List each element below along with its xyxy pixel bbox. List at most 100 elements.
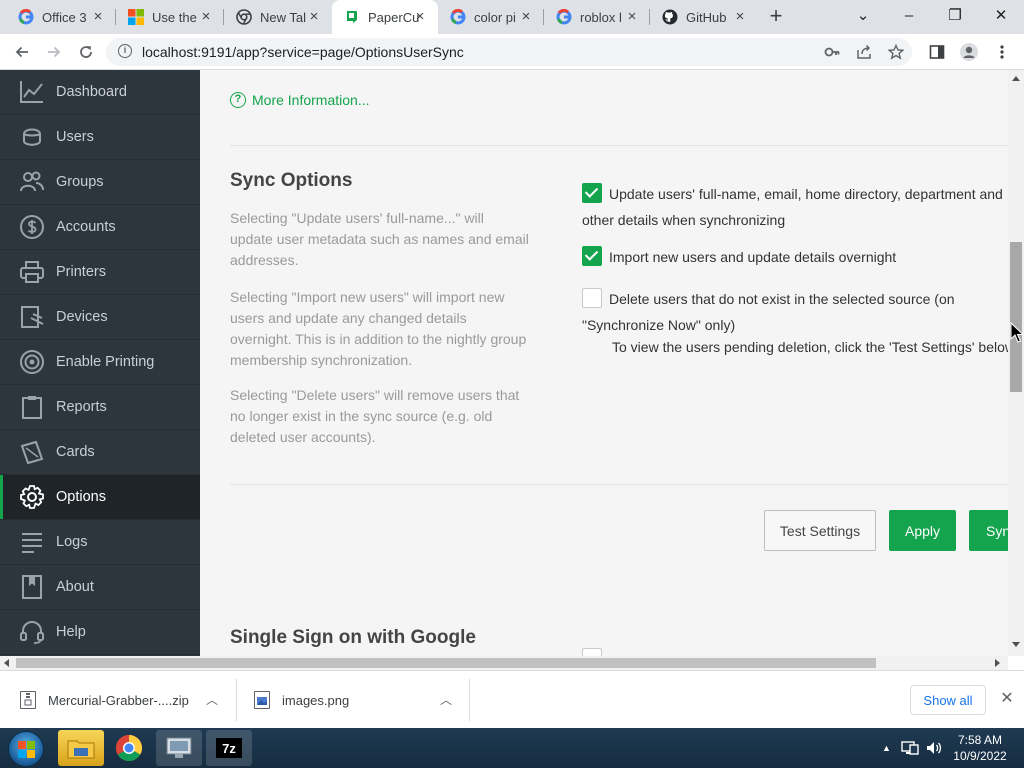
- update-users-option[interactable]: Update users' full-name, email, home dir…: [582, 181, 1008, 233]
- horizontal-scrollbar[interactable]: [0, 656, 1008, 670]
- browser-tab[interactable]: color pi ×: [438, 0, 544, 34]
- bookmark-star-icon[interactable]: [886, 42, 906, 62]
- close-window-button[interactable]: ✕: [978, 0, 1024, 30]
- close-tab-icon[interactable]: ×: [732, 9, 748, 25]
- browser-tab[interactable]: New Tal ×: [224, 0, 332, 34]
- scroll-down-arrow-icon[interactable]: [1012, 642, 1020, 647]
- key-icon[interactable]: [822, 42, 842, 62]
- scroll-left-arrow-icon[interactable]: [4, 659, 9, 667]
- test-settings-button[interactable]: Test Settings: [764, 510, 876, 551]
- browser-tab[interactable]: Office 3 ×: [6, 0, 116, 34]
- list-icon: [18, 528, 46, 556]
- sidebar: Dashboard Users Groups Accounts Printers…: [0, 70, 200, 656]
- forward-arrow-icon[interactable]: [42, 40, 66, 64]
- profile-avatar-icon[interactable]: [959, 42, 979, 62]
- browser-tab-strip: Office 3 × Use the × New Tal × PaperCu ×…: [0, 0, 1024, 34]
- start-button[interactable]: [8, 731, 44, 767]
- import-users-checkbox[interactable]: [582, 246, 602, 266]
- update-users-label: Update users' full-name, email, home dir…: [582, 186, 1003, 228]
- control-panel-icon[interactable]: [156, 730, 202, 766]
- scroll-up-arrow-icon[interactable]: [1012, 76, 1020, 81]
- close-tab-icon[interactable]: ×: [306, 9, 322, 25]
- network-icon[interactable]: [901, 740, 919, 756]
- section-divider: [230, 484, 1008, 485]
- sidebar-item-label: Devices: [56, 309, 108, 325]
- tab-title: Office 3: [42, 9, 87, 25]
- site-info-icon[interactable]: i: [118, 44, 132, 58]
- new-tab-button[interactable]: +: [764, 5, 788, 29]
- close-tab-icon[interactable]: ×: [90, 9, 106, 25]
- side-panel-icon[interactable]: [927, 42, 947, 62]
- tab-search-chevron-icon[interactable]: ⌄: [840, 0, 886, 30]
- windows-logo-pane: [27, 741, 35, 749]
- google-g-icon: [556, 9, 572, 25]
- close-tab-icon[interactable]: ×: [624, 9, 640, 25]
- sidebar-item-options[interactable]: Options: [0, 475, 200, 520]
- google-g-icon: [450, 9, 466, 25]
- update-users-checkbox[interactable]: [582, 183, 602, 203]
- sidebar-item-accounts[interactable]: Accounts: [0, 205, 200, 250]
- svg-text:7z: 7z: [222, 741, 236, 756]
- horizontal-scroll-thumb[interactable]: [16, 658, 876, 668]
- chrome-taskbar-icon[interactable]: [106, 730, 152, 766]
- chevron-up-icon[interactable]: ︿: [440, 691, 452, 708]
- sidebar-item-devices[interactable]: Devices: [0, 295, 200, 340]
- main-content: ? More Information... Sync Options Selec…: [200, 70, 1008, 656]
- sidebar-item-reports[interactable]: Reports: [0, 385, 200, 430]
- mouse-cursor-icon: [1010, 322, 1024, 343]
- file-explorer-icon[interactable]: [58, 730, 104, 766]
- google-g-icon: [18, 9, 34, 25]
- more-information-link[interactable]: ? More Information...: [230, 92, 370, 108]
- download-item[interactable]: images.png ︿: [254, 671, 454, 729]
- 7zip-icon[interactable]: 7z: [206, 730, 252, 766]
- browser-tab[interactable]: Use the ×: [116, 0, 224, 34]
- sidebar-item-users[interactable]: Users: [0, 115, 200, 160]
- chevron-up-icon[interactable]: ︿: [206, 691, 218, 708]
- sidebar-item-dashboard[interactable]: Dashboard: [0, 70, 200, 115]
- delete-users-checkbox[interactable]: [582, 288, 602, 308]
- reload-icon[interactable]: [74, 40, 98, 64]
- restore-button[interactable]: ❐: [932, 0, 978, 30]
- vertical-scroll-thumb[interactable]: [1010, 242, 1022, 392]
- browser-tab[interactable]: GitHub ×: [650, 0, 758, 34]
- sidebar-item-enable-printing[interactable]: Enable Printing: [0, 340, 200, 385]
- sidebar-item-about[interactable]: About: [0, 565, 200, 610]
- taskbar-clock[interactable]: 7:58 AM 10/9/2022: [948, 732, 1012, 764]
- chrome-icon: [236, 9, 252, 25]
- apply-button[interactable]: Apply: [889, 510, 956, 551]
- close-shelf-icon[interactable]: ✕: [998, 690, 1016, 708]
- sidebar-item-label: Printers: [56, 264, 106, 280]
- browser-tab-active[interactable]: PaperCu ×: [332, 0, 438, 34]
- user-icon: [18, 123, 46, 151]
- close-tab-icon[interactable]: ×: [412, 9, 428, 25]
- sidebar-item-cards[interactable]: Cards: [0, 430, 200, 475]
- vertical-scrollbar[interactable]: [1008, 70, 1024, 656]
- tab-title: New Tal: [260, 9, 307, 25]
- back-arrow-icon[interactable]: [10, 40, 34, 64]
- download-shelf: Mercurial-Grabber-....zip ︿ images.png ︿…: [0, 670, 1024, 728]
- volume-icon[interactable]: [925, 740, 943, 756]
- more-menu-icon[interactable]: [992, 42, 1012, 62]
- sidebar-item-logs[interactable]: Logs: [0, 520, 200, 565]
- scroll-right-arrow-icon[interactable]: [995, 659, 1000, 667]
- delete-users-option[interactable]: Delete users that do not exist in the se…: [582, 286, 1008, 338]
- windows-taskbar: 7z ▲ 7:58 AM 10/9/2022: [0, 728, 1024, 768]
- address-bar[interactable]: i localhost:9191/app?service=page/Option…: [106, 38, 912, 66]
- sidebar-item-help[interactable]: Help: [0, 610, 200, 655]
- url-text[interactable]: localhost:9191/app?service=page/OptionsU…: [142, 44, 464, 60]
- sso-google-checkbox[interactable]: [582, 648, 602, 656]
- sidebar-item-printers[interactable]: Printers: [0, 250, 200, 295]
- printer-icon: [18, 258, 46, 286]
- close-tab-icon[interactable]: ×: [518, 9, 534, 25]
- share-icon[interactable]: [854, 42, 874, 62]
- download-item[interactable]: Mercurial-Grabber-....zip ︿: [20, 671, 230, 729]
- show-all-button[interactable]: Show all: [910, 685, 986, 715]
- browser-tab[interactable]: roblox l ×: [544, 0, 650, 34]
- show-hidden-icons-icon[interactable]: ▲: [882, 743, 891, 753]
- sidebar-item-label: Reports: [56, 399, 107, 415]
- sidebar-item-groups[interactable]: Groups: [0, 160, 200, 205]
- minimize-button[interactable]: –: [886, 0, 932, 30]
- synchronize-now-button[interactable]: Synchronize Now: [969, 510, 1008, 551]
- close-tab-icon[interactable]: ×: [198, 9, 214, 25]
- import-users-option[interactable]: Import new users and update details over…: [582, 244, 1008, 270]
